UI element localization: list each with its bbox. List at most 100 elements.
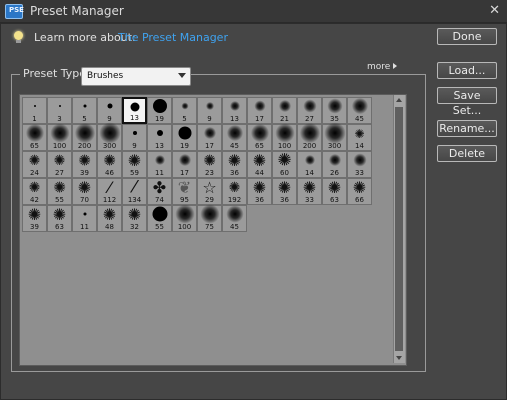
brush-preset-300[interactable]: 300	[97, 122, 122, 151]
scroll-down-icon[interactable]	[396, 356, 402, 360]
brush-preset-95[interactable]: ❦ 95	[172, 178, 197, 205]
brush-size-label: 45	[230, 142, 239, 150]
tex-brush-icon: ✺	[53, 153, 66, 169]
brush-preset-63[interactable]: ✺ 63	[322, 178, 347, 205]
brush-preset-27[interactable]: 27	[297, 97, 322, 124]
done-button[interactable]: Done	[437, 28, 497, 45]
brush-size-label: 29	[205, 196, 214, 204]
brush-preset-19[interactable]: 19	[147, 97, 172, 124]
brush-preset-100[interactable]: 100	[272, 123, 297, 151]
rename-button[interactable]: Rename...	[437, 120, 497, 137]
brush-preset-1[interactable]: 1	[22, 97, 47, 124]
brush-size-label: 33	[355, 169, 364, 177]
brush-preset-17[interactable]: 17	[197, 124, 222, 151]
brush-preset-44[interactable]: ✺ 44	[247, 151, 272, 178]
learn-more-link[interactable]: The Preset Manager	[118, 31, 228, 44]
preset-type-value: Brushes	[87, 71, 124, 81]
tex-brush-icon: ✺	[77, 178, 92, 197]
brush-preset-200[interactable]: 200	[297, 123, 322, 151]
soft-round-brush-icon	[327, 98, 342, 114]
soft-round-brush-icon	[303, 99, 316, 113]
brush-preset-45[interactable]: 45	[222, 205, 247, 232]
brush-preset-17[interactable]: 17	[247, 97, 272, 124]
preset-type-select[interactable]: Brushes	[81, 67, 191, 86]
brush-preset-13[interactable]: 13	[147, 124, 172, 151]
close-icon[interactable]: ✕	[489, 3, 500, 18]
brush-preset-5[interactable]: 5	[72, 97, 97, 124]
brush-preset-3[interactable]: 3	[47, 97, 72, 124]
delete-button[interactable]: Delete	[437, 145, 497, 162]
soft-round-brush-icon	[275, 123, 294, 143]
brush-preset-48[interactable]: ✺ 48	[97, 205, 122, 232]
brush-preset-59[interactable]: ✺ 59	[122, 151, 147, 178]
hard-round-brush-icon	[132, 131, 137, 135]
brush-preset-75[interactable]: 75	[197, 204, 222, 232]
brush-preset-39[interactable]: ✺ 39	[72, 151, 97, 178]
brush-preset-23[interactable]: ✺ 23	[197, 151, 222, 178]
brush-preset-21[interactable]: 21	[272, 97, 297, 124]
brush-preset-192[interactable]: ✺ 192	[222, 178, 247, 205]
brush-preset-55[interactable]: ✺ 55	[47, 178, 72, 205]
more-menu[interactable]: more	[367, 62, 398, 72]
brush-size-label: 39	[30, 223, 39, 231]
brush-preset-66[interactable]: ✺ 66	[347, 178, 372, 205]
brush-preset-9[interactable]: 9	[122, 124, 147, 151]
brush-preset-5[interactable]: 5	[172, 97, 197, 124]
hard-round-brush-icon	[33, 105, 36, 107]
brush-preset-35[interactable]: 35	[322, 97, 347, 124]
brush-preset-32[interactable]: ✺ 32	[122, 205, 147, 232]
brush-preset-55[interactable]: 55	[147, 205, 172, 232]
tex-brush-icon: ✺	[78, 151, 91, 170]
brush-preset-11[interactable]: 11	[72, 205, 97, 232]
hard-round-brush-icon	[156, 130, 163, 136]
brush-preset-11[interactable]: 11	[147, 151, 172, 178]
brush-size-label: 200	[302, 142, 317, 150]
brush-preset-33[interactable]: ✺ 33	[297, 178, 322, 205]
brush-size-label: 45	[355, 115, 364, 123]
brush-size-label: 32	[130, 223, 139, 231]
vertical-scrollbar[interactable]	[393, 95, 405, 363]
brush-preset-13[interactable]: 13	[122, 97, 147, 124]
brush-preset-42[interactable]: ✺ 42	[22, 178, 47, 205]
brush-preset-63[interactable]: ✺ 63	[47, 205, 72, 232]
brush-preset-26[interactable]: 26	[322, 151, 347, 178]
brush-preset-300[interactable]: 300	[322, 122, 347, 151]
brush-preset-74[interactable]: ✤ 74	[147, 178, 172, 205]
brush-preset-112[interactable]: ⁄ 112	[97, 178, 122, 205]
brush-preset-60[interactable]: ✺ 60	[272, 151, 297, 178]
brush-preset-29[interactable]: ☆ 29	[197, 178, 222, 205]
scroll-track[interactable]	[395, 107, 403, 351]
brush-preset-134[interactable]: ⁄ 134	[122, 178, 147, 205]
tex-brush-icon: ✺	[53, 178, 66, 197]
brush-preset-45[interactable]: 45	[222, 124, 247, 151]
load-button[interactable]: Load...	[437, 62, 497, 79]
brush-preset-33[interactable]: 33	[347, 151, 372, 178]
brush-preset-100[interactable]: 100	[47, 123, 72, 151]
brush-preset-45[interactable]: 45	[347, 97, 372, 124]
brush-preset-39[interactable]: ✺ 39	[22, 205, 47, 232]
brush-preset-17[interactable]: 17	[172, 151, 197, 178]
save-set-button[interactable]: Save Set...	[437, 87, 497, 117]
brush-preset-100[interactable]: 100	[172, 204, 197, 232]
tex-brush-icon: ✺	[227, 151, 242, 170]
brush-preset-46[interactable]: ✺ 46	[97, 151, 122, 178]
brush-size-label: 300	[327, 142, 342, 150]
brush-preset-65[interactable]: 65	[247, 124, 272, 151]
brush-preset-9[interactable]: 9	[197, 97, 222, 124]
brush-preset-13[interactable]: 13	[222, 97, 247, 124]
brush-grid[interactable]: 1 3 5 9 13 19 5 9 13 17 21 27 35 45 65 100 200 300 9 13 19 17…	[19, 94, 407, 366]
brush-preset-36[interactable]: ✺ 36	[272, 178, 297, 205]
brush-preset-9[interactable]: 9	[97, 97, 122, 124]
brush-size-label: 17	[180, 169, 189, 177]
brush-preset-36[interactable]: ✺ 36	[222, 151, 247, 178]
brush-preset-14[interactable]: 14	[297, 151, 322, 178]
brush-preset-19[interactable]: 19	[172, 124, 197, 151]
brush-preset-27[interactable]: ✺ 27	[47, 151, 72, 178]
brush-preset-36[interactable]: ✺ 36	[247, 178, 272, 205]
brush-preset-24[interactable]: ✺ 24	[22, 151, 47, 178]
brush-preset-65[interactable]: 65	[22, 124, 47, 151]
brush-preset-14[interactable]: ✺ 14	[347, 124, 372, 151]
scroll-up-icon[interactable]	[396, 98, 402, 102]
brush-preset-70[interactable]: ✺ 70	[72, 178, 97, 205]
brush-preset-200[interactable]: 200	[72, 123, 97, 151]
